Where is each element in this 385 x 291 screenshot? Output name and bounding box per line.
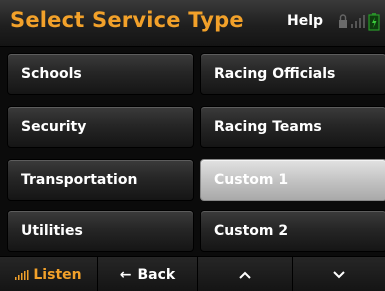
service-button-schools[interactable]: Schools: [7, 53, 194, 95]
help-button[interactable]: Help: [287, 13, 323, 29]
service-button-custom-2[interactable]: Custom 2: [200, 210, 385, 252]
service-button-transportation[interactable]: Transportation: [7, 159, 194, 201]
button-label: Racing Officials: [214, 66, 336, 82]
service-button-custom-1[interactable]: Custom 1: [200, 159, 385, 201]
header-bar: Select Service Type Help: [0, 0, 385, 47]
bottom-nav-bar: Listen ← Back: [0, 256, 385, 291]
status-indicators: [336, 13, 384, 31]
button-label: Racing Teams: [214, 119, 322, 135]
service-button-racing-officials[interactable]: Racing Officials: [200, 53, 385, 95]
button-label: Schools: [21, 66, 82, 82]
listen-button[interactable]: Listen: [0, 257, 98, 291]
lock-icon: [339, 14, 347, 28]
back-arrow-icon: ←: [119, 266, 132, 283]
signal-bars-icon: [351, 15, 365, 28]
volume-bars-icon: [15, 269, 29, 280]
service-button-utilities[interactable]: Utilities: [7, 210, 194, 252]
scroll-down-button[interactable]: [293, 257, 385, 291]
service-button-security[interactable]: Security: [7, 106, 194, 148]
battery-icon: [368, 13, 380, 31]
button-label: Utilities: [21, 223, 83, 239]
back-button[interactable]: ← Back: [98, 257, 198, 291]
button-label: Custom 1: [214, 172, 289, 188]
page-title: Select Service Type: [10, 8, 244, 32]
button-label: Custom 2: [214, 223, 289, 239]
scroll-up-button[interactable]: [198, 257, 293, 291]
chevron-up-icon: [239, 271, 251, 279]
button-label: Transportation: [21, 172, 138, 188]
button-label: Security: [21, 119, 87, 135]
listen-label: Listen: [33, 266, 82, 283]
back-label: Back: [137, 266, 176, 283]
chevron-down-icon: [333, 270, 345, 278]
app-window: Select Service Type Help Schools Racing …: [0, 0, 385, 291]
service-button-racing-teams[interactable]: Racing Teams: [200, 106, 385, 148]
